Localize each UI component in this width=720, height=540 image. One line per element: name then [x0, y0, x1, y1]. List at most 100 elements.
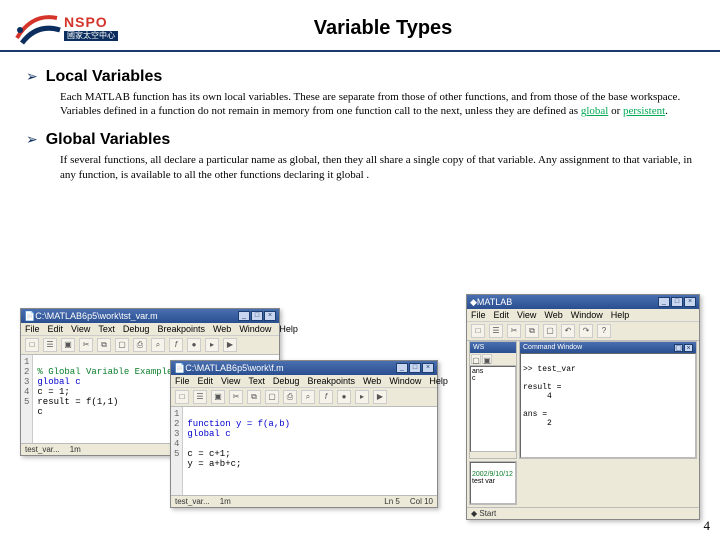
logo-swoosh-icon — [12, 8, 62, 48]
menu-view[interactable]: View — [517, 310, 536, 320]
minimize-button[interactable]: _ — [396, 363, 408, 373]
run-icon[interactable]: ▶ — [373, 390, 387, 404]
app-icon: 📄 — [174, 363, 185, 374]
toolbar: □ ☰ ▣ ✂ ⧉ ▢ ⎙ ⌕ f ● ▸ ▶ — [21, 336, 279, 355]
menu-file[interactable]: File — [471, 310, 486, 320]
maximize-button[interactable]: □ — [251, 311, 263, 321]
maximize-button[interactable]: □ — [671, 297, 683, 307]
ws-var-ans[interactable]: ans — [472, 368, 514, 375]
titlebar[interactable]: 📄 C:\MATLAB6p5\work\tst_var.m _ □ × — [21, 309, 279, 323]
titlebar[interactable]: ◆ MATLAB _ □ × — [467, 295, 699, 309]
copy-icon[interactable]: ⧉ — [247, 390, 261, 404]
section-body: Each MATLAB function has its own local v… — [60, 90, 694, 120]
menu-window[interactable]: Window — [389, 376, 421, 386]
print-icon[interactable]: ⎙ — [133, 338, 147, 352]
close-button[interactable]: × — [422, 363, 434, 373]
maximize-button[interactable]: □ — [409, 363, 421, 373]
undo-icon[interactable]: ↶ — [561, 324, 575, 338]
menu-web[interactable]: Web — [544, 310, 562, 320]
minimize-button[interactable]: _ — [658, 297, 670, 307]
paste-icon[interactable]: ▢ — [265, 390, 279, 404]
fx-icon[interactable]: f — [319, 390, 333, 404]
ws-save-icon[interactable]: ▣ — [482, 354, 492, 364]
section-global: ➢ Global Variables If several functions,… — [26, 129, 694, 182]
find-icon[interactable]: ⌕ — [301, 390, 315, 404]
menu-debug[interactable]: Debug — [273, 376, 300, 386]
menu-file[interactable]: File — [175, 376, 190, 386]
statusbar: ◆ Start — [467, 507, 699, 519]
find-icon[interactable]: ⌕ — [151, 338, 165, 352]
menu-view[interactable]: View — [221, 376, 240, 386]
bullet-icon: ➢ — [26, 130, 38, 149]
menu-window[interactable]: Window — [571, 310, 603, 320]
new-icon[interactable]: □ — [175, 390, 189, 404]
logo: NSPO 國家太空中心 — [12, 8, 118, 48]
cut-icon[interactable]: ✂ — [229, 390, 243, 404]
close-button[interactable]: × — [264, 311, 276, 321]
titlebar[interactable]: 📄 C:\MATLAB6p5\work\f.m _ □ × — [171, 361, 437, 375]
menu-help[interactable]: Help — [279, 324, 298, 334]
menu-breakpoints[interactable]: Breakpoints — [157, 324, 205, 334]
menu-view[interactable]: View — [71, 324, 90, 334]
command-window[interactable]: Command Window ▢ × >> test_var result = … — [519, 341, 697, 459]
close-button[interactable]: × — [684, 297, 696, 307]
kw-persistent: persistent — [623, 105, 665, 117]
page-title: Variable Types — [118, 17, 708, 40]
menu-text[interactable]: Text — [248, 376, 265, 386]
menu-edit[interactable]: Edit — [198, 376, 214, 386]
menubar[interactable]: File Edit View Text Debug Breakpoints Web Windo… — [171, 375, 437, 388]
print-icon[interactable]: ⎙ — [283, 390, 297, 404]
minimize-button[interactable]: _ — [238, 311, 250, 321]
code-editor[interactable]: 1 2 3 4 5 function y = f(a,b) global c c… — [171, 407, 437, 495]
step-icon[interactable]: ▸ — [205, 338, 219, 352]
window-title: C:\MATLAB6p5\work\tst_var.m — [35, 311, 238, 321]
menu-help[interactable]: Help — [611, 310, 630, 320]
run-icon[interactable]: ▶ — [223, 338, 237, 352]
history-pane[interactable]: 2002/9/10/12 test var — [469, 461, 517, 505]
save-icon[interactable]: ▣ — [211, 390, 225, 404]
new-icon[interactable]: □ — [471, 324, 485, 338]
open-icon[interactable]: ☰ — [193, 390, 207, 404]
menu-help[interactable]: Help — [429, 376, 448, 386]
menu-window[interactable]: Window — [239, 324, 271, 334]
section-local: ➢ Local Variables Each MATLAB function h… — [26, 66, 694, 119]
menu-web[interactable]: Web — [213, 324, 231, 334]
cut-icon[interactable]: ✂ — [79, 338, 93, 352]
app-icon: 📄 — [24, 311, 35, 322]
fx-icon[interactable]: f — [169, 338, 183, 352]
new-icon[interactable]: □ — [25, 338, 39, 352]
workspace-pane[interactable]: WS ▢ ▣ ans c — [469, 341, 517, 459]
menu-debug[interactable]: Debug — [123, 324, 150, 334]
section-heading: Global Variables — [46, 129, 171, 151]
copy-icon[interactable]: ⧉ — [97, 338, 111, 352]
paste-icon[interactable]: ▢ — [115, 338, 129, 352]
menu-edit[interactable]: Edit — [494, 310, 510, 320]
cut-icon[interactable]: ✂ — [507, 324, 521, 338]
menu-breakpoints[interactable]: Breakpoints — [307, 376, 355, 386]
paste-icon[interactable]: ▢ — [543, 324, 557, 338]
breakpoint-icon[interactable]: ● — [337, 390, 351, 404]
menubar[interactable]: File Edit View Web Window Help — [467, 309, 699, 322]
close-button[interactable]: × — [684, 344, 693, 352]
menu-text[interactable]: Text — [98, 324, 115, 334]
open-icon[interactable]: ☰ — [489, 324, 503, 338]
menu-file[interactable]: File — [25, 324, 40, 334]
menubar[interactable]: File Edit View Text Debug Breakpoints Web Windo… — [21, 323, 279, 336]
step-icon[interactable]: ▸ — [355, 390, 369, 404]
open-icon[interactable]: ☰ — [43, 338, 57, 352]
save-icon[interactable]: ▣ — [61, 338, 75, 352]
ws-var-c[interactable]: c — [472, 375, 514, 382]
copy-icon[interactable]: ⧉ — [525, 324, 539, 338]
menu-edit[interactable]: Edit — [48, 324, 64, 334]
start-button[interactable]: ◆ Start — [471, 509, 496, 518]
redo-icon[interactable]: ↷ — [579, 324, 593, 338]
ws-open-icon[interactable]: ▢ — [471, 354, 481, 364]
kw-global: global — [581, 105, 609, 117]
bullet-icon: ➢ — [26, 67, 38, 86]
menu-web[interactable]: Web — [363, 376, 381, 386]
breakpoint-icon[interactable]: ● — [187, 338, 201, 352]
help-icon[interactable]: ? — [597, 324, 611, 338]
window-title: MATLAB — [477, 297, 658, 307]
undock-button[interactable]: ▢ — [674, 344, 683, 352]
matlab-icon: ◆ — [470, 297, 477, 308]
